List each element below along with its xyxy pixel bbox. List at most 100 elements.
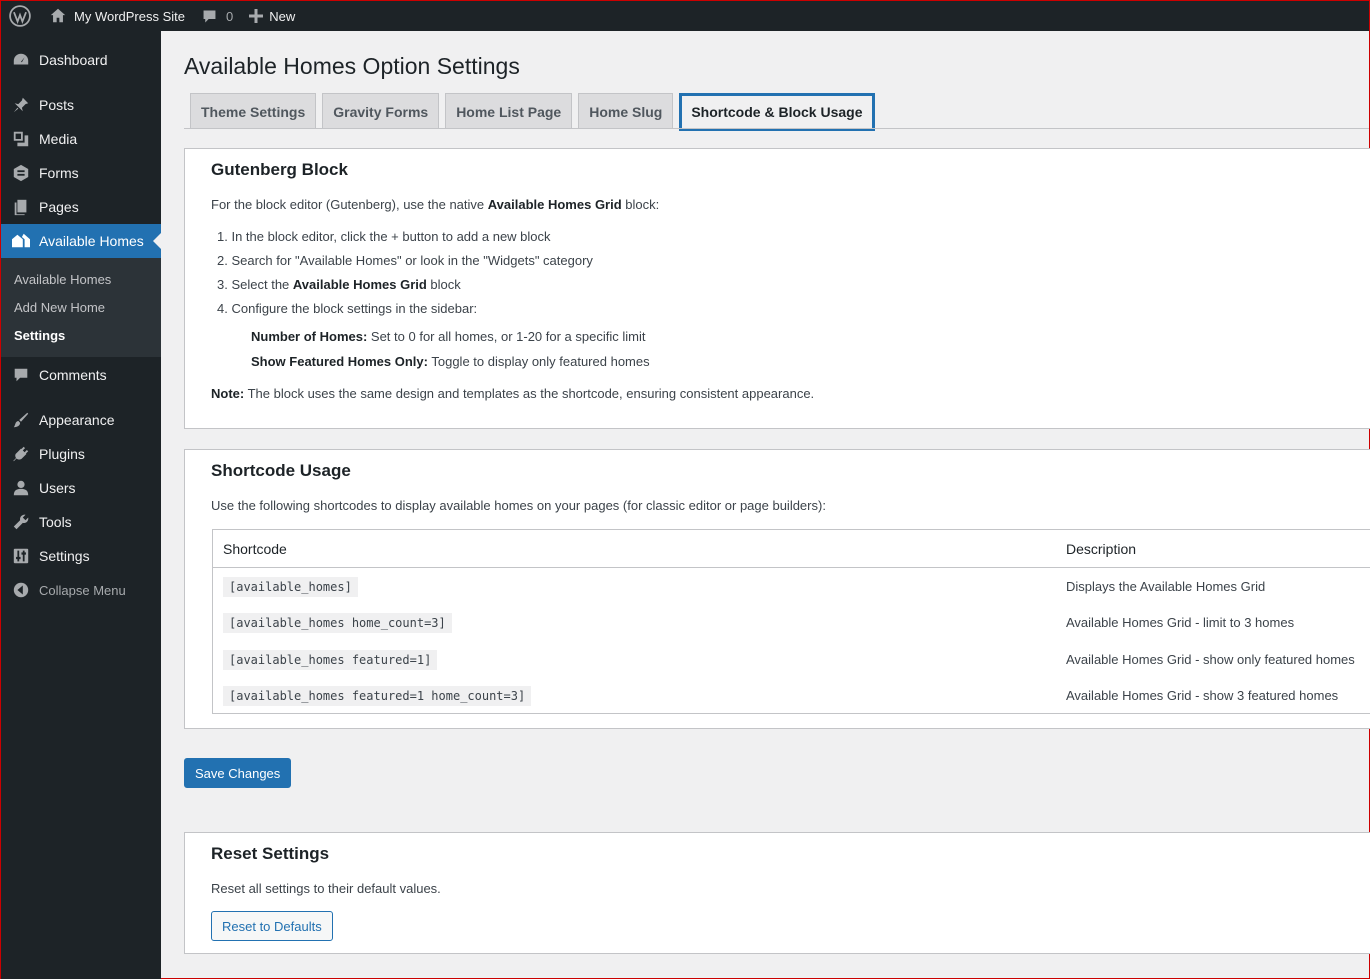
sidebar-item-tools[interactable]: Tools: [1, 505, 161, 539]
step-3-text: Select the: [231, 277, 293, 292]
submenu-item-settings[interactable]: Settings: [1, 321, 161, 349]
plug-icon: [11, 444, 31, 464]
sidebar-item-available-homes[interactable]: Available Homes: [1, 224, 161, 258]
reset-to-defaults-button[interactable]: Reset to Defaults: [211, 911, 333, 941]
shortcode-usage-card: Shortcode Usage Use the following shortc…: [184, 449, 1370, 729]
setting-featured-only: Show Featured Homes Only: Toggle to disp…: [251, 354, 650, 369]
user-icon: [11, 478, 31, 498]
brush-icon: [11, 410, 31, 430]
sidebar-item-label: Pages: [39, 199, 79, 215]
main-content: Available Homes Option Settings Theme Se…: [161, 31, 1370, 979]
step-1-text: In the block editor, click the + button …: [231, 229, 551, 244]
sidebar-item-users[interactable]: Users: [1, 471, 161, 505]
shortcode-table: Shortcode Description [available_homes] …: [212, 529, 1370, 714]
note-text: The block uses the same design and templ…: [244, 386, 815, 401]
step-3-text-end: block: [426, 277, 461, 292]
sidebar-item-label: Plugins: [39, 446, 85, 462]
column-header-shortcode: Shortcode: [223, 540, 287, 557]
step-4: 4. Configure the block settings in the s…: [217, 301, 478, 316]
shortcode-code[interactable]: [available_homes featured=1]: [223, 650, 438, 670]
sidebar-item-settings[interactable]: Settings: [1, 539, 161, 573]
media-icon: [11, 129, 31, 149]
tab-theme-settings[interactable]: Theme Settings: [190, 93, 317, 129]
shortcode-description: Available Homes Grid - limit to 3 homes: [1066, 615, 1295, 630]
admin-sidebar: Dashboard Posts Media Forms Pages Availa…: [1, 31, 161, 979]
sidebar-submenu: Available Homes Add New Home Settings: [1, 258, 161, 357]
setting-2-label: Show Featured Homes Only:: [251, 354, 428, 369]
shortcode-description: Displays the Available Homes Grid: [1066, 579, 1266, 594]
gutenberg-heading: Gutenberg Block: [211, 160, 348, 179]
reset-description: Reset all settings to their default valu…: [211, 881, 441, 896]
shortcode-intro: Use the following shortcodes to display …: [211, 498, 826, 513]
tab-gravity-forms[interactable]: Gravity Forms: [322, 93, 440, 129]
step-2: 2. Search for "Available Homes" or look …: [217, 253, 593, 268]
pages-icon: [11, 197, 31, 217]
wordpress-logo-icon: [9, 5, 31, 27]
site-name: My WordPress Site: [74, 8, 186, 24]
intro-bold: Available Homes Grid: [487, 197, 622, 212]
collapse-menu-button[interactable]: Collapse Menu: [1, 573, 161, 607]
sidebar-item-dashboard[interactable]: Dashboard: [1, 43, 161, 77]
comment-icon: [11, 365, 31, 385]
home-icon: [50, 8, 66, 23]
sidebar-item-label: Appearance: [39, 412, 115, 428]
note-label: Note:: [211, 386, 245, 401]
step-1: 1. In the block editor, click the + butt…: [217, 229, 551, 244]
site-name-link[interactable]: My WordPress Site: [41, 1, 193, 31]
table-header-divider: [213, 567, 1370, 568]
step-3-bold: Available Homes Grid: [292, 277, 427, 292]
submenu-item-add-new-home[interactable]: Add New Home: [1, 293, 161, 321]
sidebar-item-pages[interactable]: Pages: [1, 190, 161, 224]
sidebar-item-label: Comments: [39, 367, 107, 383]
tab-shortcode-block-usage[interactable]: Shortcode & Block Usage: [679, 93, 875, 131]
forms-icon: [11, 163, 31, 183]
submenu-item-available-homes[interactable]: Available Homes: [1, 265, 161, 293]
sidebar-item-media[interactable]: Media: [1, 122, 161, 156]
shortcode-code[interactable]: [available_homes featured=1 home_count=3…: [223, 686, 532, 706]
sidebar-item-plugins[interactable]: Plugins: [1, 437, 161, 471]
shortcode-code[interactable]: [available_homes]: [223, 577, 358, 597]
plus-icon: [249, 9, 264, 23]
intro-text: For the block editor (Gutenberg), use th…: [211, 197, 488, 212]
sidebar-item-label: Forms: [39, 165, 79, 181]
settings-tabs: Theme Settings Gravity Forms Home List P…: [190, 93, 881, 131]
shortcode-description: Available Homes Grid - show 3 featured h…: [1066, 688, 1339, 703]
sidebar-item-label: Settings: [39, 548, 90, 564]
sidebar-item-label: Dashboard: [39, 52, 108, 68]
tab-home-list-page[interactable]: Home List Page: [445, 93, 573, 129]
new-content-link[interactable]: New: [241, 1, 303, 31]
new-label: New: [269, 8, 296, 24]
shortcode-code[interactable]: [available_homes home_count=3]: [223, 613, 452, 633]
gutenberg-intro: For the block editor (Gutenberg), use th…: [211, 197, 659, 212]
wordpress-logo-button[interactable]: [1, 1, 41, 31]
comments-count: 0: [226, 8, 234, 24]
save-changes-button[interactable]: Save Changes: [184, 758, 292, 788]
dashboard-icon: [11, 50, 31, 70]
collapse-icon: [11, 580, 31, 600]
comment-icon: [203, 10, 216, 22]
reset-heading: Reset Settings: [211, 844, 330, 863]
sidebar-item-forms[interactable]: Forms: [1, 156, 161, 190]
sidebar-item-comments[interactable]: Comments: [1, 358, 161, 392]
setting-1-label: Number of Homes:: [251, 329, 368, 344]
gutenberg-block-card: Gutenberg Block For the block editor (Gu…: [184, 148, 1370, 429]
admin-bar: My WordPress Site 0 New: [1, 1, 1369, 31]
sidebar-item-appearance[interactable]: Appearance: [1, 403, 161, 437]
sidebar-item-label: Users: [39, 480, 76, 496]
sidebar-item-label: Posts: [39, 97, 75, 113]
sidebar-item-posts[interactable]: Posts: [1, 88, 161, 122]
reset-settings-card: Reset Settings Reset all settings to the…: [184, 832, 1370, 954]
step-4-text: Configure the block settings in the side…: [231, 301, 478, 316]
page-title: Available Homes Option Settings: [184, 53, 520, 79]
gutenberg-note: Note: The block uses the same design and…: [211, 386, 814, 401]
setting-number-of-homes: Number of Homes: Set to 0 for all homes,…: [251, 329, 645, 344]
step-2-text: Search for "Available Homes" or look in …: [231, 253, 593, 268]
shortcode-heading: Shortcode Usage: [211, 461, 351, 480]
homes-icon: [11, 231, 31, 251]
wrench-icon: [11, 512, 31, 532]
collapse-menu-label: Collapse Menu: [39, 582, 126, 598]
sidebar-item-label: Available Homes: [39, 233, 144, 249]
tab-home-slug[interactable]: Home Slug: [578, 93, 674, 129]
column-header-description: Description: [1066, 540, 1137, 557]
comments-link[interactable]: 0: [193, 1, 241, 31]
